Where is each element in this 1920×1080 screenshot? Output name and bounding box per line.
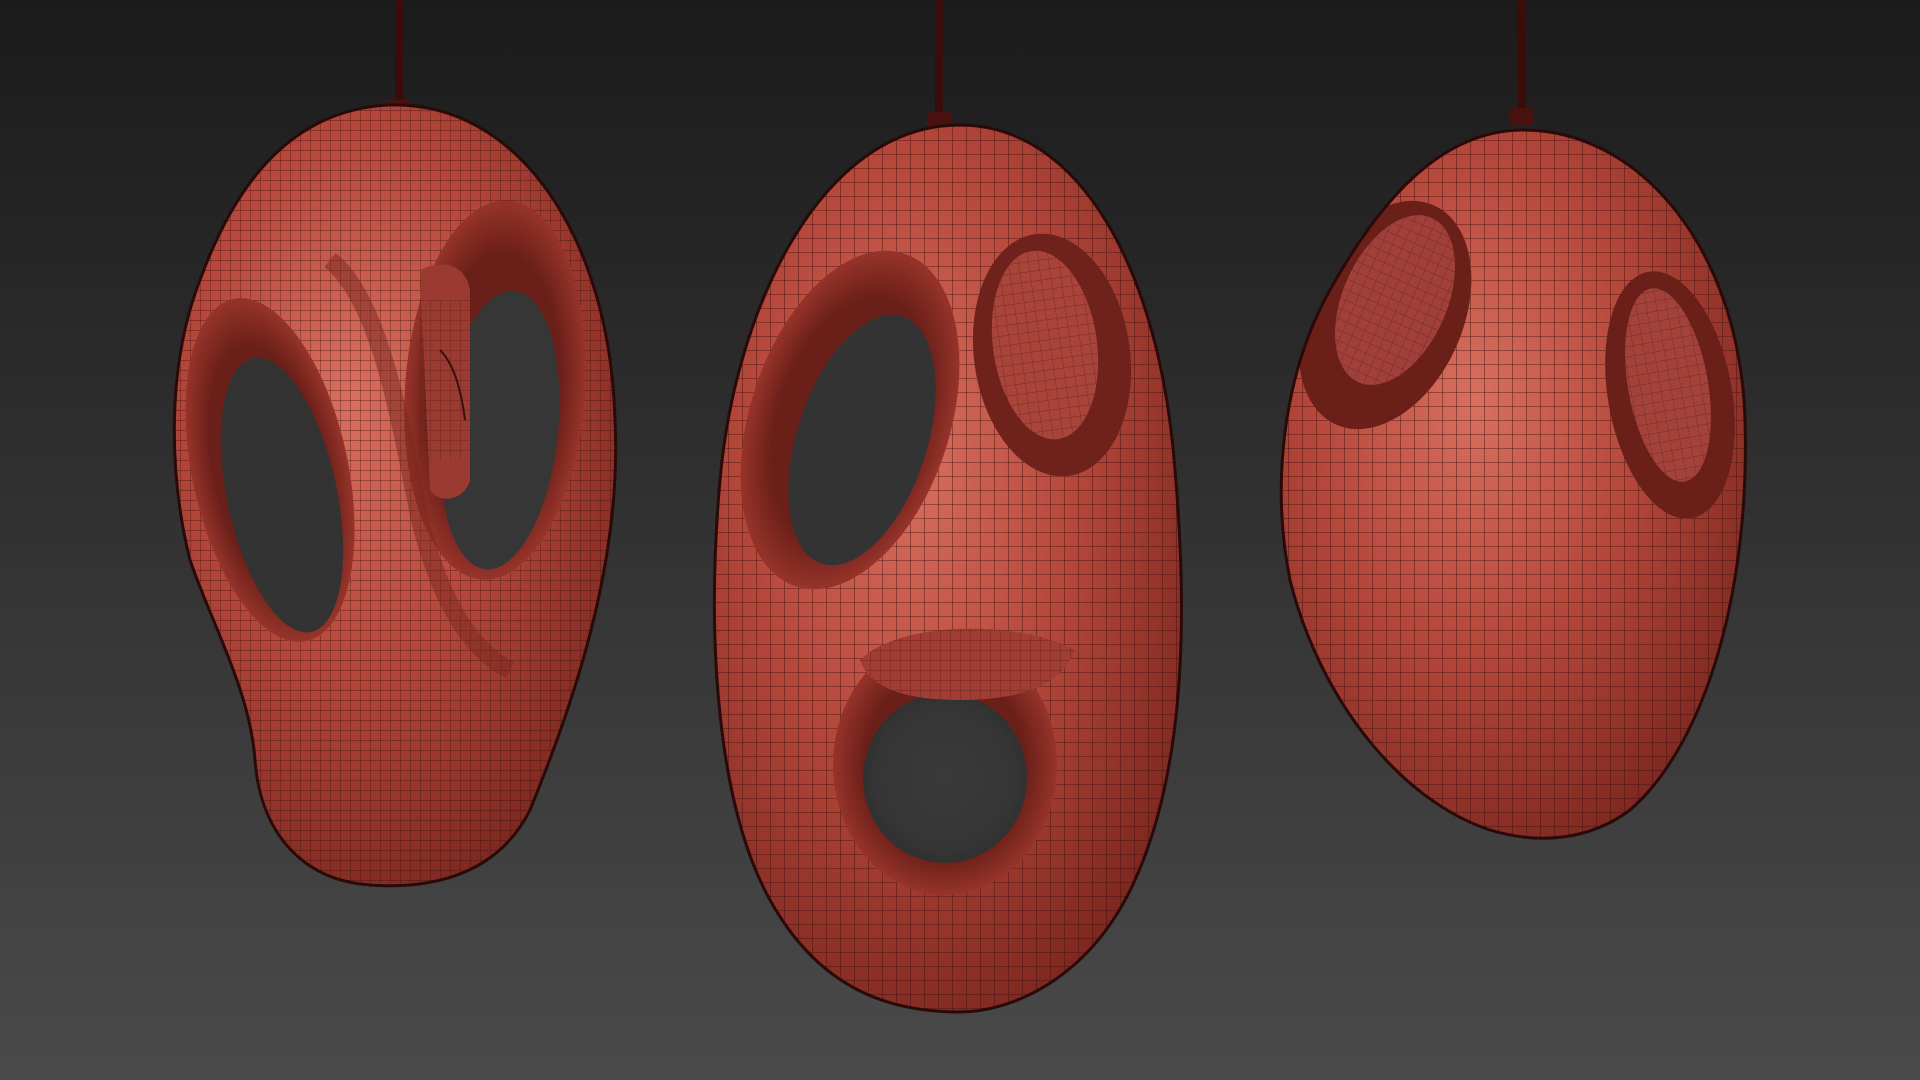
center-cord	[935, 0, 943, 122]
right-cord-cap	[1510, 108, 1534, 126]
right-cord	[1518, 0, 1526, 118]
left-cord	[395, 0, 403, 110]
render-canvas	[0, 0, 1920, 1080]
render-viewport	[0, 0, 1920, 1080]
